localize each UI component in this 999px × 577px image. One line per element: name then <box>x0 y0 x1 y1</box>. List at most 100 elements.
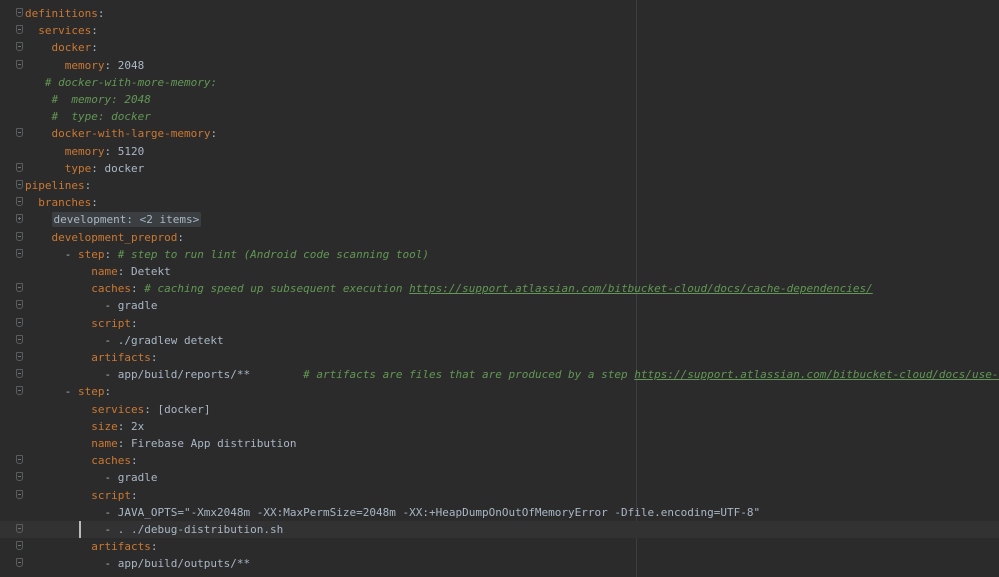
code-line[interactable]: development_preprod: <box>0 229 999 246</box>
yaml-key: caches <box>91 454 131 468</box>
yaml-key: definitions <box>25 7 98 20</box>
yaml-value <box>25 127 52 140</box>
yaml-value <box>25 403 91 416</box>
code-text: memory: 5120 <box>25 143 145 160</box>
code-text: # docker-with-more-memory: <box>25 74 217 91</box>
code-line[interactable]: caches: <box>0 452 999 469</box>
code-text: - ./gradlew detekt <box>25 332 223 349</box>
yaml-value: : <box>84 179 92 192</box>
yaml-comment: # type: docker <box>51 110 151 124</box>
code-line[interactable]: script: <box>0 315 999 332</box>
code-text: name: Firebase App distribution <box>25 435 296 452</box>
code-line[interactable]: - step: <box>0 383 999 400</box>
yaml-value <box>25 41 52 54</box>
fold-collapse-icon[interactable] <box>16 472 23 482</box>
code-line[interactable]: - step: # step to run lint (Android code… <box>0 246 999 263</box>
fold-collapse-icon[interactable] <box>16 231 23 241</box>
yaml-key: branches <box>38 196 92 210</box>
code-line[interactable]: definitions: <box>0 5 999 22</box>
yaml-value <box>25 213 52 226</box>
code-line[interactable]: # memory: 2048 <box>0 91 999 108</box>
fold-collapse-icon[interactable] <box>16 300 23 310</box>
code-line[interactable]: # docker-with-more-memory: <box>0 74 999 91</box>
code-line[interactable]: artifacts: <box>0 538 999 555</box>
fold-collapse-icon[interactable] <box>16 369 23 379</box>
yaml-key: docker-with-large-memory <box>51 127 211 141</box>
folded-region[interactable]: development: <2 items> <box>51 212 202 228</box>
code-line[interactable]: memory: 2048 <box>0 57 999 74</box>
fold-collapse-icon[interactable] <box>16 541 23 551</box>
fold-collapse-icon[interactable] <box>16 25 23 35</box>
fold-expand-icon[interactable] <box>16 214 23 224</box>
code-line[interactable]: docker: <box>0 39 999 56</box>
code-line[interactable]: memory: 5120 <box>0 143 999 160</box>
yaml-value: : <box>97 7 105 20</box>
yaml-value <box>25 454 91 467</box>
code-line[interactable]: branches: <box>0 194 999 211</box>
yaml-comment: # artifacts are files that are produced … <box>303 368 635 382</box>
yaml-key: script <box>91 488 131 502</box>
comment-link[interactable]: https://support.atlassian.com/bitbucket-… <box>409 282 873 295</box>
code-text: artifacts: <box>25 538 157 555</box>
yaml-value: - gradle <box>25 471 158 485</box>
code-text: - step: # step to run lint (Android code… <box>25 246 429 263</box>
code-line[interactable]: - ./gradlew detekt <box>0 332 999 349</box>
yaml-value: : <box>104 247 118 261</box>
fold-collapse-icon[interactable] <box>16 352 23 361</box>
code-line[interactable]: caches: # caching speed up subsequent ex… <box>0 280 999 297</box>
fold-collapse-icon[interactable] <box>16 558 23 568</box>
yaml-value: : <box>130 488 138 502</box>
text-caret <box>79 521 81 538</box>
code-line[interactable]: size: 2x <box>0 418 999 435</box>
yaml-value <box>25 110 52 123</box>
yaml-key: development_preprod <box>51 230 178 244</box>
yaml-value: : docker <box>91 161 145 175</box>
fold-collapse-icon[interactable] <box>16 162 23 172</box>
fold-collapse-icon[interactable] <box>16 386 23 396</box>
fold-collapse-icon[interactable] <box>16 180 23 189</box>
code-line[interactable]: - app/build/reports/** # artifacts are f… <box>0 366 999 383</box>
fold-collapse-icon[interactable] <box>16 59 23 69</box>
fold-collapse-icon[interactable] <box>16 248 23 258</box>
yaml-value <box>25 93 52 106</box>
code-line[interactable]: services: <box>0 22 999 39</box>
code-text: development: <2 items> <box>25 211 202 228</box>
code-line[interactable]: development: <2 items> <box>0 211 999 228</box>
fold-collapse-icon[interactable] <box>16 8 23 17</box>
code-line[interactable]: # type: docker <box>0 108 999 125</box>
fold-collapse-icon[interactable] <box>16 334 23 344</box>
fold-collapse-icon[interactable] <box>16 128 23 138</box>
code-line[interactable]: artifacts: <box>0 349 999 366</box>
code-line[interactable]: - JAVA_OPTS="-Xmx2048m -XX:MaxPermSize=2… <box>0 504 999 521</box>
code-line[interactable]: pipelines: <box>0 177 999 194</box>
code-line[interactable]: script: <box>0 487 999 504</box>
fold-collapse-icon[interactable] <box>16 489 23 499</box>
yaml-value <box>25 231 52 244</box>
code-editor[interactable]: definitions: services: docker: memory: 2… <box>0 0 999 577</box>
code-line[interactable]: - gradle <box>0 297 999 314</box>
fold-collapse-icon[interactable] <box>16 317 23 327</box>
code-text: - app/build/reports/** # artifacts are f… <box>25 366 999 383</box>
code-text: docker: <box>25 39 98 56</box>
comment-link[interactable]: https://support.atlassian.com/bitbucket-… <box>634 368 999 381</box>
code-text: script: <box>25 315 137 332</box>
code-line[interactable]: - . ./debug-distribution.sh <box>0 521 999 538</box>
yaml-key: step <box>77 385 105 399</box>
fold-collapse-icon[interactable] <box>16 42 23 52</box>
code-line[interactable]: name: Firebase App distribution <box>0 435 999 452</box>
code-text: services: <box>25 22 98 39</box>
code-line[interactable]: type: docker <box>0 160 999 177</box>
code-text: branches: <box>25 194 98 211</box>
fold-collapse-icon[interactable] <box>16 283 23 293</box>
code-line[interactable]: docker-with-large-memory: <box>0 125 999 142</box>
fold-collapse-icon[interactable] <box>16 524 23 533</box>
yaml-value <box>25 540 91 553</box>
code-line[interactable]: - app/build/outputs/** <box>0 555 999 572</box>
code-line[interactable]: - gradle <box>0 469 999 486</box>
yaml-value: : 2048 <box>104 58 145 72</box>
code-line[interactable]: name: Detekt <box>0 263 999 280</box>
fold-collapse-icon[interactable] <box>16 455 23 465</box>
code-line[interactable]: services: [docker] <box>0 401 999 418</box>
fold-collapse-icon[interactable] <box>16 197 23 207</box>
code-text: docker-with-large-memory: <box>25 125 218 142</box>
